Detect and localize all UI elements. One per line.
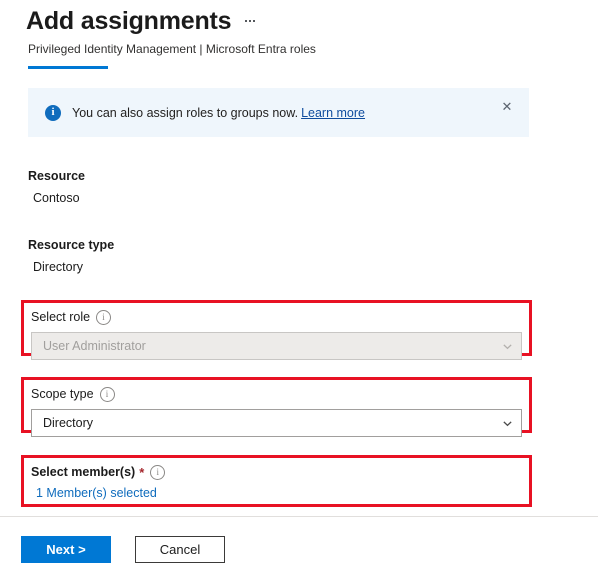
scope-type-label: Scope type <box>31 386 94 401</box>
tab-indicator-wrap <box>28 66 598 70</box>
select-role-label: Select role <box>31 309 91 324</box>
close-icon[interactable]: ✕ <box>497 96 517 116</box>
chevron-down-icon <box>503 343 512 349</box>
resource-label: Resource <box>28 169 85 183</box>
info-circle-icon[interactable]: i <box>99 386 115 402</box>
select-role-label-row: Select role i <box>31 308 522 326</box>
resource-type-value: Directory <box>33 260 84 274</box>
select-role-value: User Administrator <box>43 339 146 353</box>
info-banner-message: You can also assign roles to groups now. <box>72 105 299 120</box>
resource-field: Resource Contoso <box>28 168 85 207</box>
resource-type-label: Resource type <box>28 238 115 252</box>
info-circle-icon[interactable]: i <box>150 464 166 480</box>
scope-type-highlight-box: Scope type i Directory <box>21 377 532 437</box>
resource-value: Contoso <box>33 191 80 205</box>
footer-divider <box>0 516 598 517</box>
select-members-highlight-box: Select member(s) * i 1 Member(s) selecte… <box>21 455 532 507</box>
info-banner-text: You can also assign roles to groups now.… <box>72 105 365 121</box>
ellipsis-dot <box>253 20 256 22</box>
cancel-button[interactable]: Cancel <box>135 536 225 563</box>
page-title: Add assignments <box>26 7 232 35</box>
required-asterisk: * <box>139 464 145 480</box>
select-role-highlight-box: Select role i User Administrator <box>21 300 532 360</box>
active-tab-indicator <box>28 66 108 69</box>
ellipsis-dot <box>245 20 248 22</box>
scope-type-dropdown[interactable]: Directory <box>31 409 522 437</box>
resource-type-field: Resource type Directory <box>28 237 114 276</box>
select-members-label-row: Select member(s) * i <box>31 463 522 481</box>
select-members-label: Select member(s) <box>31 464 136 479</box>
footer-actions: Next > Cancel <box>21 536 225 563</box>
page-header: Add assignments Privileged Identity Mana… <box>0 0 598 70</box>
overflow-menu-icon[interactable] <box>245 20 256 22</box>
info-icon: i <box>45 104 61 121</box>
learn-more-link[interactable]: Learn more <box>301 106 365 120</box>
scope-type-label-row: Scope type i <box>31 385 522 403</box>
ellipsis-dot <box>249 20 252 22</box>
scope-type-value: Directory <box>43 416 94 430</box>
title-row: Add assignments <box>26 6 598 36</box>
select-role-dropdown[interactable]: User Administrator <box>31 332 522 360</box>
info-banner: i You can also assign roles to groups no… <box>28 88 529 137</box>
next-button[interactable]: Next > <box>21 536 111 563</box>
members-selected-link[interactable]: 1 Member(s) selected <box>36 485 157 502</box>
info-circle-icon[interactable]: i <box>96 309 112 325</box>
page-subtitle: Privileged Identity Management | Microso… <box>28 42 316 56</box>
chevron-down-icon <box>503 420 512 426</box>
